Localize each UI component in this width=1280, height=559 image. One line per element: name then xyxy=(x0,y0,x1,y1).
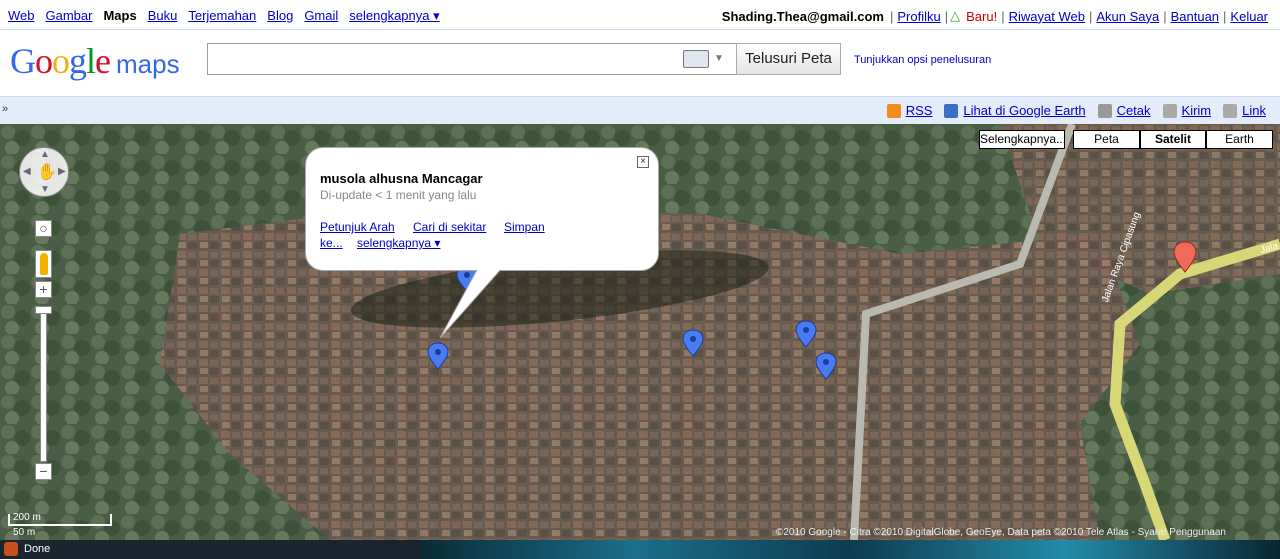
pan-down-icon[interactable]: ▼ xyxy=(40,184,50,195)
rss-link[interactable]: RSS xyxy=(886,103,932,118)
rss-icon xyxy=(886,103,901,118)
chevron-down-icon[interactable]: ▼ xyxy=(714,53,724,64)
map-scale: 200 m 50 m xyxy=(8,511,112,539)
mail-icon xyxy=(1162,103,1177,118)
status-text: Done xyxy=(24,543,51,555)
close-icon[interactable]: × xyxy=(637,156,649,168)
link-terjemahan[interactable]: Terjemahan xyxy=(188,8,256,24)
zoom-reset-icon[interactable]: ○ xyxy=(35,220,52,237)
earth-icon xyxy=(944,103,959,118)
maps-header: Google maps ▼ Telusuri Peta Tunjukkan ops… xyxy=(0,30,1280,96)
save-link[interactable]: Simpan xyxy=(504,220,545,234)
product-links: Web Gambar Maps Buku Terjemahan Blog Gma… xyxy=(8,8,451,24)
link-logout[interactable]: Keluar xyxy=(1230,9,1268,24)
zoom-out-button[interactable]: − xyxy=(35,463,52,480)
link-profile[interactable]: Profilku xyxy=(897,9,940,24)
map-type-peta-button[interactable]: Peta xyxy=(1073,130,1140,149)
link-help[interactable]: Bantuan xyxy=(1171,9,1219,24)
google-maps-logo[interactable]: Google maps xyxy=(10,40,180,82)
link-gambar[interactable]: Gambar xyxy=(46,8,93,24)
link-history[interactable]: Riwayat Web xyxy=(1009,9,1085,24)
link-gmail[interactable]: Gmail xyxy=(304,8,338,24)
map-type-satelit-button[interactable]: Satelit xyxy=(1140,130,1206,149)
link-account[interactable]: Akun Saya xyxy=(1096,9,1159,24)
pegman-icon[interactable] xyxy=(35,250,52,278)
keyboard-icon[interactable] xyxy=(683,50,709,68)
google-earth-link[interactable]: Lihat di Google Earth xyxy=(944,103,1086,118)
status-icon xyxy=(4,542,18,556)
map-link-bar: » RSS Lihat di Google Earth Cetak Kirim … xyxy=(0,96,1280,124)
scale-top-label: 200 m xyxy=(13,512,41,523)
link-new[interactable]: Baru! xyxy=(966,9,997,24)
search-options-link[interactable]: Tunjukkan opsi penelusuran xyxy=(854,54,991,66)
map-type-more-button[interactable]: Selengkapnya... xyxy=(979,130,1066,149)
link-blog[interactable]: Blog xyxy=(267,8,293,24)
print-icon xyxy=(1097,103,1112,118)
search-nearby-link[interactable]: Cari di sekitar xyxy=(413,220,486,234)
google-top-bar: Web Gambar Maps Buku Terjemahan Blog Gma… xyxy=(0,0,1280,30)
link-buku[interactable]: Buku xyxy=(148,8,178,24)
scale-bottom-label: 50 m xyxy=(13,527,36,538)
user-email: Shading.Thea@gmail.com xyxy=(721,8,884,24)
info-window xyxy=(305,147,659,271)
link-web[interactable]: Web xyxy=(8,8,35,24)
more-link[interactable]: selengkapnya ▾ xyxy=(357,236,440,250)
zoom-slider-handle[interactable] xyxy=(35,306,52,314)
pan-control[interactable]: ▲ ▼ ◀ ▶ ✋ xyxy=(19,147,69,197)
print-link[interactable]: Cetak xyxy=(1097,103,1151,118)
info-window-tail xyxy=(440,268,505,338)
link-link[interactable]: Link xyxy=(1223,103,1266,118)
info-window-subtitle: Di-update < 1 menit yang lalu xyxy=(320,188,477,202)
info-window-title: musola alhusna Mancagar xyxy=(320,171,483,186)
zoom-slider[interactable] xyxy=(40,306,47,462)
search-button[interactable]: Telusuri Peta xyxy=(736,43,841,75)
link-maps-current: Maps xyxy=(103,8,137,23)
flask-icon: △ xyxy=(950,8,961,23)
send-link[interactable]: Kirim xyxy=(1162,103,1211,118)
save-link-cont[interactable]: ke... xyxy=(320,236,343,250)
browser-status-bar: Done xyxy=(0,540,1280,559)
taskbar-decoration xyxy=(420,540,1280,559)
logo-maps-text: maps xyxy=(116,49,180,79)
zoom-in-button[interactable]: + xyxy=(35,281,52,298)
link-more[interactable]: selengkapnya ▾ xyxy=(349,8,439,24)
search-input[interactable] xyxy=(207,43,737,75)
directions-link[interactable]: Petunjuk Arah xyxy=(320,220,395,234)
map-type-earth-button[interactable]: Earth xyxy=(1206,130,1273,149)
pan-left-icon[interactable]: ◀ xyxy=(23,166,31,177)
link-icon xyxy=(1223,103,1238,118)
pan-up-icon[interactable]: ▲ xyxy=(40,149,50,160)
account-links: Shading.Thea@gmail.com | Profilku | △ Ba… xyxy=(721,8,1268,24)
pan-right-icon[interactable]: ▶ xyxy=(58,166,66,177)
link-bar-items: RSS Lihat di Google Earth Cetak Kirim Li… xyxy=(875,103,1266,118)
collapse-panel-icon[interactable]: » xyxy=(2,103,8,115)
map-copyright[interactable]: ©2010 Google - Citra ©2010 DigitalGlobe,… xyxy=(776,527,1226,538)
hand-icon: ✋ xyxy=(37,164,57,181)
